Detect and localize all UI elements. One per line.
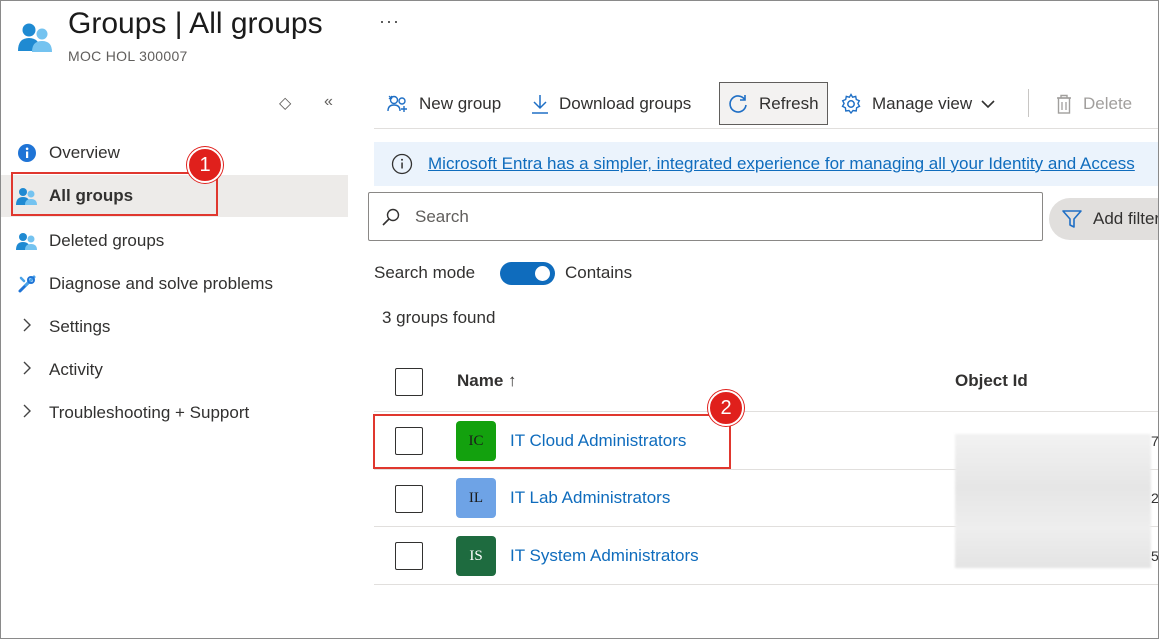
chevron-down-icon <box>981 99 995 109</box>
entra-experience-link[interactable]: Microsoft Entra has a simpler, integrate… <box>428 154 1135 174</box>
sidebar-item-label: Settings <box>49 317 111 336</box>
search-input[interactable] <box>415 206 975 227</box>
object-id-fragment: 2 <box>1151 490 1159 506</box>
redacted-object-ids <box>955 434 1151 568</box>
sidebar-item-label: Troubleshooting + Support <box>49 403 250 422</box>
groups-page: Groups | All groups ··· MOC HOL 300007 ◇… <box>0 0 1159 639</box>
sidebar-item-settings[interactable]: Settings <box>1 306 348 348</box>
expand-collapse-icon[interactable]: ◇ <box>279 93 291 113</box>
chevron-right-icon <box>15 318 39 337</box>
new-group-button[interactable]: New group <box>386 83 501 125</box>
row-checkbox[interactable] <box>395 542 423 570</box>
groups-icon <box>17 21 55 53</box>
sidebar-item-label: Diagnose and solve problems <box>49 274 273 293</box>
add-filter-button[interactable]: Add filter <box>1049 198 1159 240</box>
collapse-sidebar-button[interactable]: « <box>324 93 333 111</box>
sidebar-item-diagnose[interactable]: Diagnose and solve problems <box>1 263 348 305</box>
results-count: 3 groups found <box>382 308 496 327</box>
sidebar-item-activity[interactable]: Activity <box>1 349 348 391</box>
manage-view-label: Manage view <box>872 94 973 113</box>
chevron-right-icon <box>15 404 39 423</box>
download-icon <box>530 93 550 115</box>
download-groups-button[interactable]: Download groups <box>530 83 691 125</box>
search-mode-label: Search mode <box>374 263 476 282</box>
new-group-label: New group <box>419 94 502 113</box>
sidebar-item-troubleshooting[interactable]: Troubleshooting + Support <box>1 392 348 434</box>
sidebar-item-overview[interactable]: Overview <box>1 132 348 174</box>
add-filter-label: Add filter <box>1093 209 1159 228</box>
refresh-button[interactable]: Refresh <box>719 82 828 125</box>
groups-icon <box>15 229 39 253</box>
callout-badge-2: 2 <box>708 390 744 426</box>
search-mode-value: Contains <box>565 263 633 282</box>
filter-icon <box>1061 208 1083 230</box>
chevron-right-icon <box>15 361 39 380</box>
refresh-icon <box>726 92 750 116</box>
group-avatar: IL <box>456 478 496 518</box>
toolbar-divider-line <box>374 128 1158 129</box>
tenant-subtitle: MOC HOL 300007 <box>68 48 188 64</box>
info-icon <box>15 141 39 165</box>
sidebar-item-label: Activity <box>49 360 103 379</box>
select-all-checkbox[interactable] <box>395 368 423 396</box>
search-icon <box>381 207 401 227</box>
info-banner: Microsoft Entra has a simpler, integrate… <box>374 142 1158 186</box>
object-id-fragment: 7 <box>1151 433 1159 449</box>
object-id-fragment: 5 <box>1151 548 1159 564</box>
wrench-icon <box>15 272 39 296</box>
delete-button[interactable]: Delete <box>1054 83 1132 125</box>
manage-view-button[interactable]: Manage view <box>839 83 995 125</box>
sidebar-item-deleted-groups[interactable]: Deleted groups <box>1 220 348 262</box>
search-mode-toggle[interactable] <box>500 262 555 285</box>
download-groups-label: Download groups <box>559 94 692 113</box>
page-title: Groups | All groups <box>68 7 323 40</box>
sidebar-item-label: Deleted groups <box>49 231 165 250</box>
delete-label: Delete <box>1083 94 1133 113</box>
info-outline-icon <box>391 153 413 175</box>
table-divider <box>374 411 1158 412</box>
highlight-box-it-cloud-admins <box>373 414 731 469</box>
more-options-button[interactable]: ··· <box>379 11 400 32</box>
column-header-name[interactable]: Name ↑ <box>457 371 517 391</box>
highlight-box-all-groups <box>11 172 218 216</box>
search-box[interactable] <box>368 192 1043 241</box>
group-name-link[interactable]: IT Lab Administrators <box>510 488 670 508</box>
table-divider <box>374 584 1158 585</box>
group-avatar: IS <box>456 536 496 576</box>
gear-icon <box>839 92 863 116</box>
sidebar-item-label: Overview <box>49 143 120 162</box>
toolbar-divider <box>1028 89 1029 117</box>
row-checkbox[interactable] <box>395 485 423 513</box>
toggle-knob <box>535 266 550 281</box>
callout-badge-1: 1 <box>187 147 223 183</box>
refresh-label: Refresh <box>759 93 819 113</box>
column-header-object-id[interactable]: Object Id <box>955 371 1028 391</box>
add-group-icon <box>386 94 410 114</box>
group-name-link[interactable]: IT System Administrators <box>510 546 699 566</box>
trash-icon <box>1054 93 1074 115</box>
